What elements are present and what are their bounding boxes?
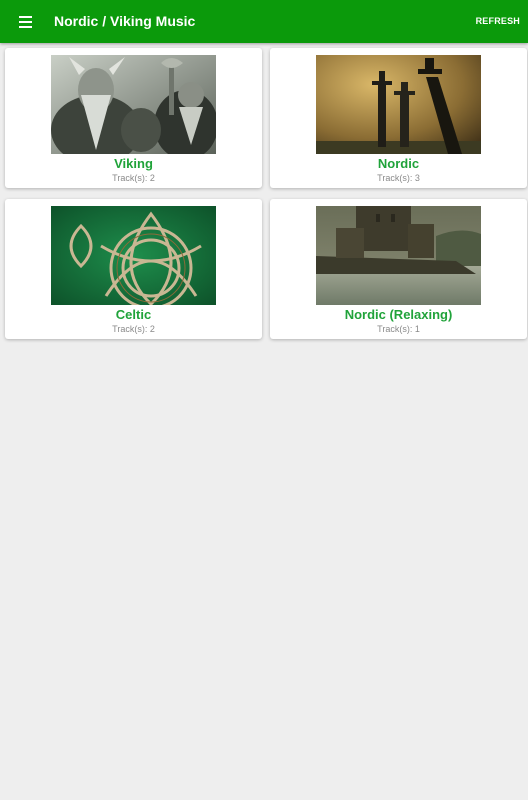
viking-warriors-image xyxy=(51,55,216,154)
category-card-nordic[interactable]: Nordic Track(s): 3 xyxy=(270,48,527,188)
track-count: Track(s): 1 xyxy=(377,324,420,334)
category-card-viking[interactable]: Viking Track(s): 2 xyxy=(5,48,262,188)
hamburger-menu-icon[interactable] xyxy=(17,12,37,32)
castle-lake-image xyxy=(316,206,481,305)
track-count: Track(s): 3 xyxy=(377,173,420,183)
card-title: Celtic xyxy=(115,307,152,322)
app-bar: Nordic / Viking Music REFRESH xyxy=(0,0,528,43)
card-title: Nordic xyxy=(377,156,420,171)
sword-monument-image xyxy=(316,55,481,154)
track-count: Track(s): 2 xyxy=(112,324,155,334)
celtic-knot-image xyxy=(51,206,216,305)
track-count: Track(s): 2 xyxy=(112,173,155,183)
card-title: Nordic (Relaxing) xyxy=(344,307,453,322)
category-card-nordic-relaxing[interactable]: Nordic (Relaxing) Track(s): 1 xyxy=(270,199,527,339)
category-card-celtic[interactable]: Celtic Track(s): 2 xyxy=(5,199,262,339)
card-title: Viking xyxy=(114,156,153,171)
refresh-button[interactable]: REFRESH xyxy=(476,16,520,26)
app-title: Nordic / Viking Music xyxy=(54,13,196,29)
